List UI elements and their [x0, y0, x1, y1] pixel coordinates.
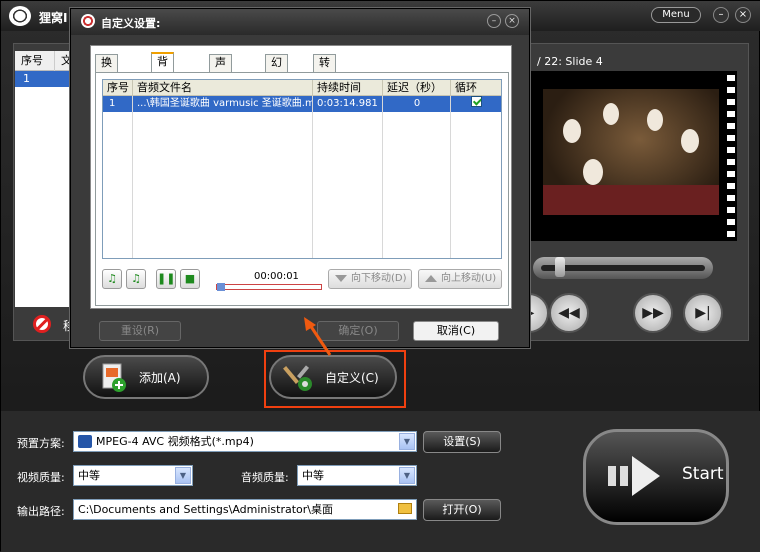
tab-sound-settings[interactable]: 声音设置	[209, 54, 232, 117]
tab-convert-settings[interactable]: 转换设置	[313, 54, 336, 117]
menu-button[interactable]: Menu	[651, 7, 701, 23]
arrow-up-icon	[425, 275, 437, 282]
music-progress-bar[interactable]	[216, 283, 322, 291]
audio-quality-label: 音频质量:	[241, 471, 289, 484]
next-icon[interactable]: ▶|	[683, 293, 723, 333]
tab-panel: 序号 音频文件名 持续时间 延迟（秒） 循环 1 ...\韩国圣诞歌曲 varm…	[95, 72, 509, 306]
arrow-down-icon	[335, 275, 347, 282]
cancel-button[interactable]: 取消(C)	[413, 321, 499, 341]
remove-music-button[interactable]: ♫	[126, 269, 146, 289]
dialog-body: 换片时间 背景音乐 声音设置 幻灯片 转换设置 序号 音频文件名 持续时间 延迟…	[90, 45, 512, 309]
tab-transition-time[interactable]: 换片时间	[95, 54, 118, 117]
col-index: 序号	[103, 80, 133, 96]
fast-forward-icon[interactable]: ▶▶	[633, 293, 673, 333]
move-down-button[interactable]: 向下移动(D)	[328, 269, 412, 289]
reset-button[interactable]: 重设(R)	[99, 321, 181, 341]
preview-scene	[543, 89, 719, 215]
audio-table[interactable]: 序号 音频文件名 持续时间 延迟（秒） 循环 1 ...\韩国圣诞歌曲 varm…	[102, 79, 502, 259]
preset-select[interactable]: MPEG-4 AVC 视频格式(*.mp4) ▼	[73, 431, 417, 452]
chevron-down-icon: ▼	[399, 433, 415, 450]
pause-icon: ❚❚	[157, 272, 176, 285]
output-label: 输出路径:	[17, 505, 65, 518]
add-file-icon	[102, 363, 126, 392]
dialog-title: 自定义设置:	[101, 17, 161, 30]
chevron-down-icon: ▼	[399, 467, 415, 484]
highlight-box	[264, 350, 406, 408]
move-up-label: 向上移动(U)	[441, 273, 497, 284]
start-arrow-icon	[608, 456, 660, 496]
start-label: Start	[682, 464, 724, 484]
folder-icon[interactable]	[398, 503, 412, 514]
music-add-icon: ♫	[107, 272, 117, 285]
tab-slides[interactable]: 幻灯片	[265, 54, 288, 101]
music-remove-icon: ♫	[131, 272, 141, 285]
preview-image	[529, 71, 737, 241]
video-quality-select[interactable]: 中等 ▼	[73, 465, 193, 486]
minimize-button[interactable]: –	[713, 7, 729, 23]
prohibit-icon[interactable]	[33, 315, 51, 333]
move-up-button[interactable]: 向上移动(U)	[418, 269, 502, 289]
timeline-thumb[interactable]	[555, 257, 565, 277]
customize-dialog: 自定义设置: – × 换片时间 背景音乐 声音设置 幻灯片 转换设置 序号 音频…	[70, 8, 530, 348]
table-row[interactable]: 1 ...\韩国圣诞歌曲 varmusic 圣诞歌曲.mp3 0:03:14.9…	[103, 96, 501, 112]
table-header: 序号 音频文件名 持续时间 延迟（秒） 循环	[103, 80, 501, 96]
row-file: ...\韩国圣诞歌曲 varmusic 圣诞歌曲.mp3	[137, 98, 313, 109]
add-button[interactable]: 添加(A)	[83, 355, 209, 399]
audio-quality-select[interactable]: 中等 ▼	[297, 465, 417, 486]
chevron-down-icon: ▼	[175, 467, 191, 484]
add-music-button[interactable]: ♫	[102, 269, 122, 289]
loop-checkbox[interactable]	[471, 96, 482, 107]
row-index: 1	[109, 98, 116, 109]
open-folder-button[interactable]: 打开(O)	[423, 499, 501, 521]
pause-button[interactable]: ❚❚	[156, 269, 176, 289]
col-duration: 持续时间	[313, 80, 383, 96]
dialog-close-button[interactable]: ×	[505, 14, 519, 28]
dialog-logo-icon	[81, 14, 95, 28]
preset-label: 预置方案:	[17, 437, 65, 450]
video-format-icon	[78, 435, 92, 448]
slide-counter: / 22: Slide 4	[537, 55, 603, 68]
add-button-label: 添加(A)	[139, 370, 181, 385]
app-logo-icon	[9, 6, 31, 26]
dialog-titlebar: 自定义设置: – ×	[71, 9, 529, 35]
row-delay: 0	[413, 98, 421, 109]
col-index: 序号	[15, 51, 55, 71]
video-quality-label: 视频质量:	[17, 471, 65, 484]
row-duration: 0:03:14.981	[317, 98, 378, 109]
output-path-field[interactable]: C:\Documents and Settings\Administrator\…	[73, 499, 417, 520]
stop-icon: ■	[184, 272, 196, 285]
rewind-icon[interactable]: ◀◀	[549, 293, 589, 333]
stop-button[interactable]: ■	[180, 269, 200, 289]
move-down-label: 向下移动(D)	[351, 273, 407, 284]
playback-time: 00:00:01	[254, 271, 299, 282]
close-button[interactable]: ×	[735, 7, 751, 23]
start-button[interactable]: Start	[583, 429, 729, 525]
app-title: 狸窝I	[39, 11, 68, 25]
film-strip	[727, 75, 735, 237]
preset-settings-button[interactable]: 设置(S)	[423, 431, 501, 453]
audio-quality-value: 中等	[302, 469, 324, 482]
preset-value: MPEG-4 AVC 视频格式(*.mp4)	[96, 435, 254, 448]
col-delay: 延迟（秒）	[383, 80, 451, 96]
output-path-value: C:\Documents and Settings\Administrator\…	[78, 503, 334, 516]
col-audio-file: 音频文件名	[133, 80, 313, 96]
tab-background-music[interactable]: 背景音乐	[151, 52, 174, 116]
pointer-arrow-icon	[304, 317, 332, 356]
video-quality-value: 中等	[78, 469, 100, 482]
col-loop: 循环	[455, 81, 477, 94]
dialog-minimize-button[interactable]: –	[487, 14, 501, 28]
